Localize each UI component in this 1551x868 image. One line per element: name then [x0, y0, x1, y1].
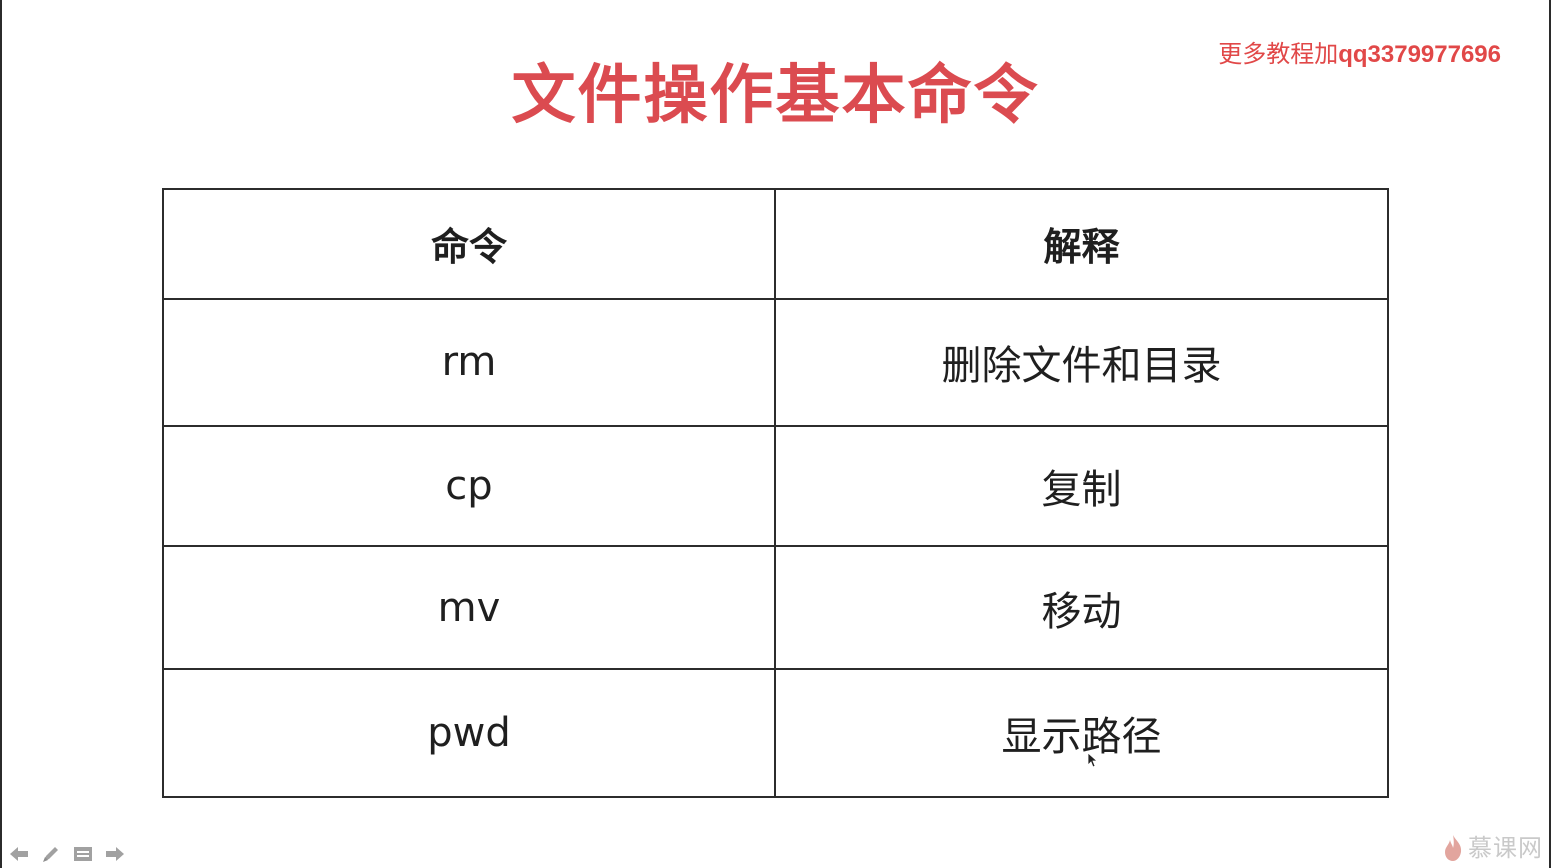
slideshow-toolbar: [8, 842, 126, 866]
description-cell: 删除文件和目录: [774, 297, 1389, 427]
slide-title: 文件操作基本命令: [511, 59, 1040, 133]
command-cell: mv: [162, 545, 776, 671]
pen-icon[interactable]: [40, 843, 62, 865]
description-cell: 显示路径: [774, 668, 1389, 798]
table-row: rm 删除文件和目录: [162, 297, 1389, 427]
mouse-cursor-icon: [1087, 752, 1097, 768]
presentation-slide: 更多教程加qq3379977696 文件操作基本命令 命令 解释 rm 删除文件…: [0, 0, 1551, 868]
command-cell: pwd: [162, 668, 776, 798]
description-cell: 移动: [774, 545, 1389, 671]
command-cell: cp: [162, 424, 776, 548]
arrow-right-icon[interactable]: [104, 843, 126, 865]
table-row: pwd 显示路径: [162, 668, 1389, 798]
description-cell: 复制: [774, 424, 1389, 548]
table-header-row: 命令 解释: [162, 188, 1389, 300]
arrow-left-icon[interactable]: [8, 843, 30, 865]
header-command: 命令: [162, 188, 776, 300]
command-cell: rm: [162, 297, 776, 427]
table-row: cp 复制: [162, 424, 1389, 548]
command-table: 命令 解释 rm 删除文件和目录 cp 复制 mv 移动 pwd 显示路径: [162, 188, 1389, 798]
imooc-logo: 慕课网: [1442, 832, 1543, 864]
logo-text: 慕课网: [1468, 834, 1543, 862]
header-description: 解释: [774, 188, 1389, 300]
table-row: mv 移动: [162, 545, 1389, 671]
slides-menu-icon[interactable]: [72, 843, 94, 865]
flame-icon: [1445, 835, 1462, 861]
